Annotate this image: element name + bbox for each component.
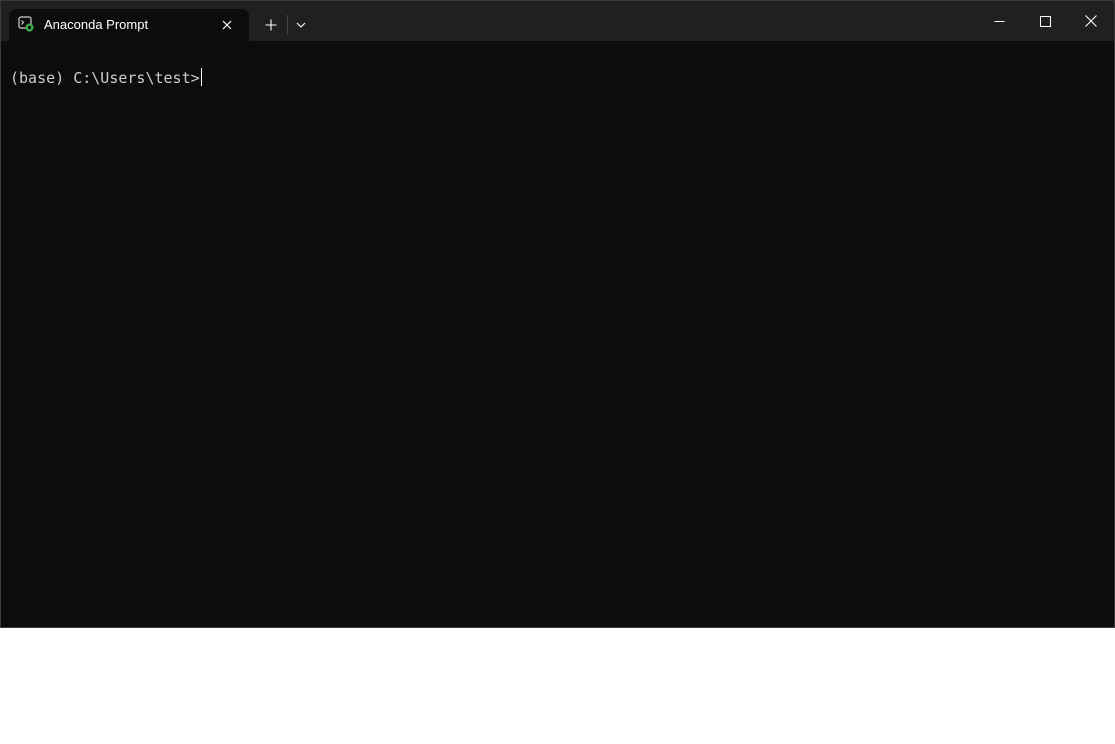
chevron-down-icon — [296, 22, 306, 28]
command-prompt[interactable]: (base) C:\Users\test> — [10, 68, 202, 88]
close-icon — [222, 20, 232, 30]
terminal-window: Anaconda Prompt (base) C:\Users\test> — [0, 0, 1115, 628]
plus-icon — [265, 19, 277, 31]
tab-divider — [287, 15, 288, 35]
minimize-button[interactable] — [976, 1, 1022, 41]
anaconda-prompt-icon — [18, 16, 34, 32]
tab-dropdown-button[interactable] — [289, 11, 313, 39]
text-cursor — [200, 68, 202, 86]
tab-close-button[interactable] — [217, 15, 237, 35]
maximize-button[interactable] — [1022, 1, 1068, 41]
minimize-icon — [994, 20, 1004, 22]
close-window-button[interactable] — [1068, 1, 1114, 41]
close-icon — [1085, 15, 1097, 27]
tab-title: Anaconda Prompt — [44, 17, 149, 32]
new-tab-button[interactable] — [257, 11, 285, 39]
terminal-output-area[interactable]: (base) C:\Users\test> — [1, 41, 1114, 627]
prompt-text: (base) C:\Users\test> — [10, 69, 200, 87]
title-bar[interactable]: Anaconda Prompt — [1, 1, 1114, 41]
tab-anaconda-prompt[interactable]: Anaconda Prompt — [9, 9, 249, 41]
maximize-icon — [1039, 15, 1051, 27]
